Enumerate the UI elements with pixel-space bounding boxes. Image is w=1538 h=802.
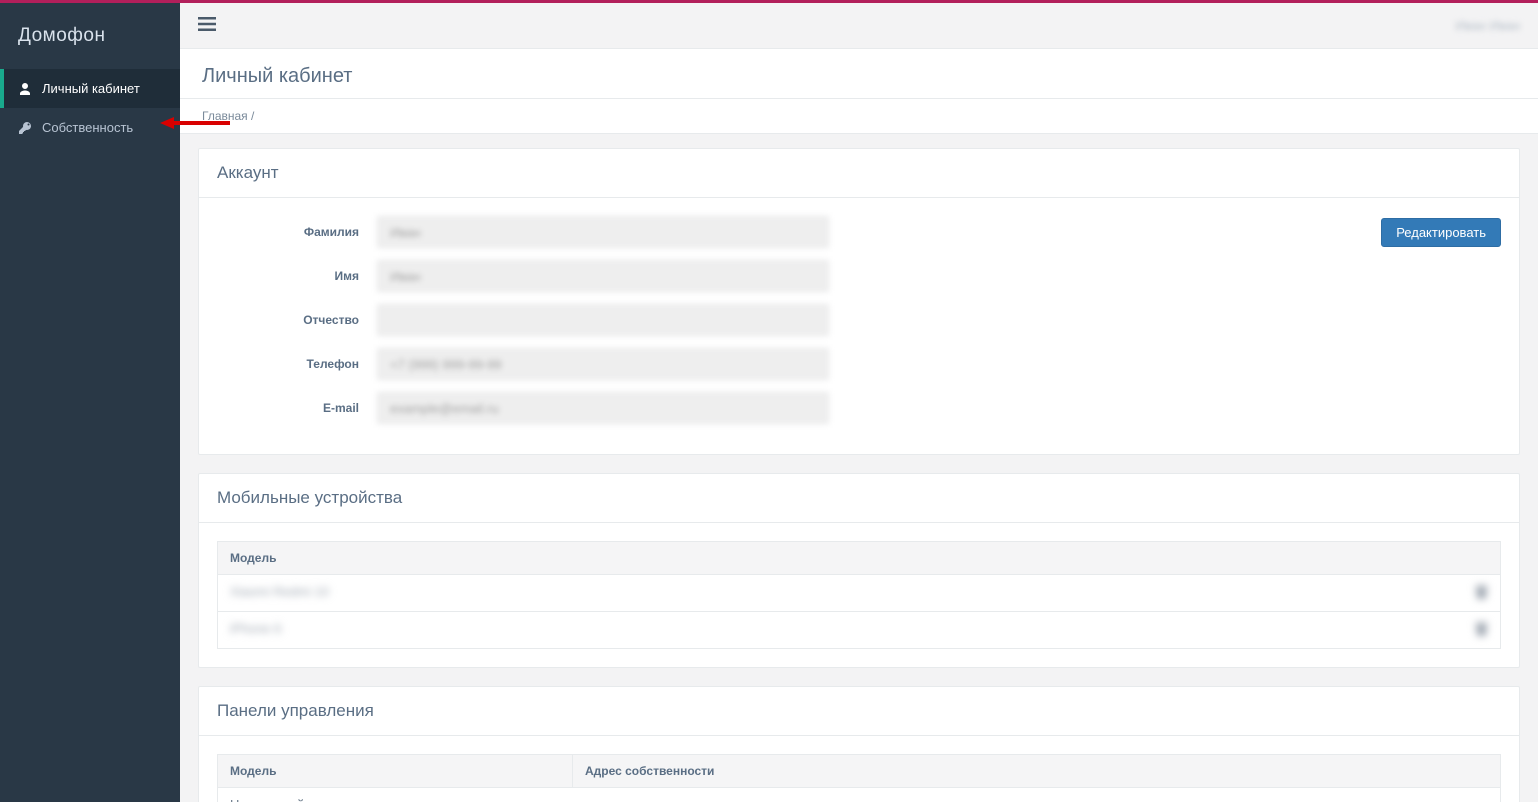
user-name-display[interactable]: Иван Иван: [1455, 18, 1520, 33]
email-label: E-mail: [217, 401, 377, 415]
phone-field[interactable]: [377, 348, 829, 380]
edit-button[interactable]: Редактировать: [1381, 218, 1501, 247]
topbar: Иван Иван: [180, 3, 1538, 49]
delete-device-button[interactable]: [1475, 584, 1488, 602]
middlename-label: Отчество: [217, 313, 377, 327]
control-panels-table: Модель Адрес собственности Нет записей: [217, 754, 1501, 802]
device-model-cell: iPhone 6: [230, 621, 281, 636]
sidebar-item-personal-cabinet[interactable]: Личный кабинет: [0, 69, 180, 108]
sidebar-item-label: Личный кабинет: [42, 81, 140, 96]
lastname-label: Фамилия: [217, 225, 377, 239]
delete-device-button[interactable]: [1475, 621, 1488, 639]
phone-label: Телефон: [217, 357, 377, 371]
sidebar: Домофон Личный кабинет Собственность: [0, 3, 180, 802]
table-row: Xiaomi Redmi 10: [218, 575, 1501, 612]
page-heading: Личный кабинет: [180, 49, 1538, 99]
panels-col-model: Модель: [218, 755, 573, 788]
main-content: Иван Иван Личный кабинет Главная / Аккау…: [180, 3, 1538, 802]
device-model-cell: Xiaomi Redmi 10: [230, 584, 329, 599]
account-panel-title: Аккаунт: [199, 149, 1519, 198]
firstname-field[interactable]: [377, 260, 829, 292]
devices-panel-title: Мобильные устройства: [199, 474, 1519, 523]
middlename-field[interactable]: [377, 304, 829, 336]
lastname-field[interactable]: [377, 216, 829, 248]
table-row: iPhone 6: [218, 612, 1501, 649]
brand-logo: Домофон: [0, 3, 180, 69]
sidebar-item-property[interactable]: Собственность: [0, 108, 180, 147]
devices-panel: Мобильные устройства Модель Xiaomi Redmi…: [198, 473, 1520, 668]
account-panel: Аккаунт Фамилия Редактировать Имя: [198, 148, 1520, 455]
sidebar-item-label: Собственность: [42, 120, 133, 135]
control-panels-panel: Панели управления Модель Адрес собственн…: [198, 686, 1520, 802]
breadcrumb: Главная /: [180, 99, 1538, 134]
email-field[interactable]: [377, 392, 829, 424]
hamburger-menu-icon[interactable]: [198, 16, 216, 35]
panels-col-address: Адрес собственности: [573, 755, 1501, 788]
key-icon: [18, 121, 32, 135]
table-row: Нет записей: [218, 788, 1501, 802]
page-title: Личный кабинет: [202, 65, 1516, 88]
user-icon: [18, 82, 32, 96]
control-panels-title: Панели управления: [199, 687, 1519, 736]
firstname-label: Имя: [217, 269, 377, 283]
devices-table: Модель Xiaomi Redmi 10: [217, 541, 1501, 649]
panels-empty-cell: Нет записей: [218, 788, 1501, 802]
devices-col-model: Модель: [218, 542, 1501, 575]
